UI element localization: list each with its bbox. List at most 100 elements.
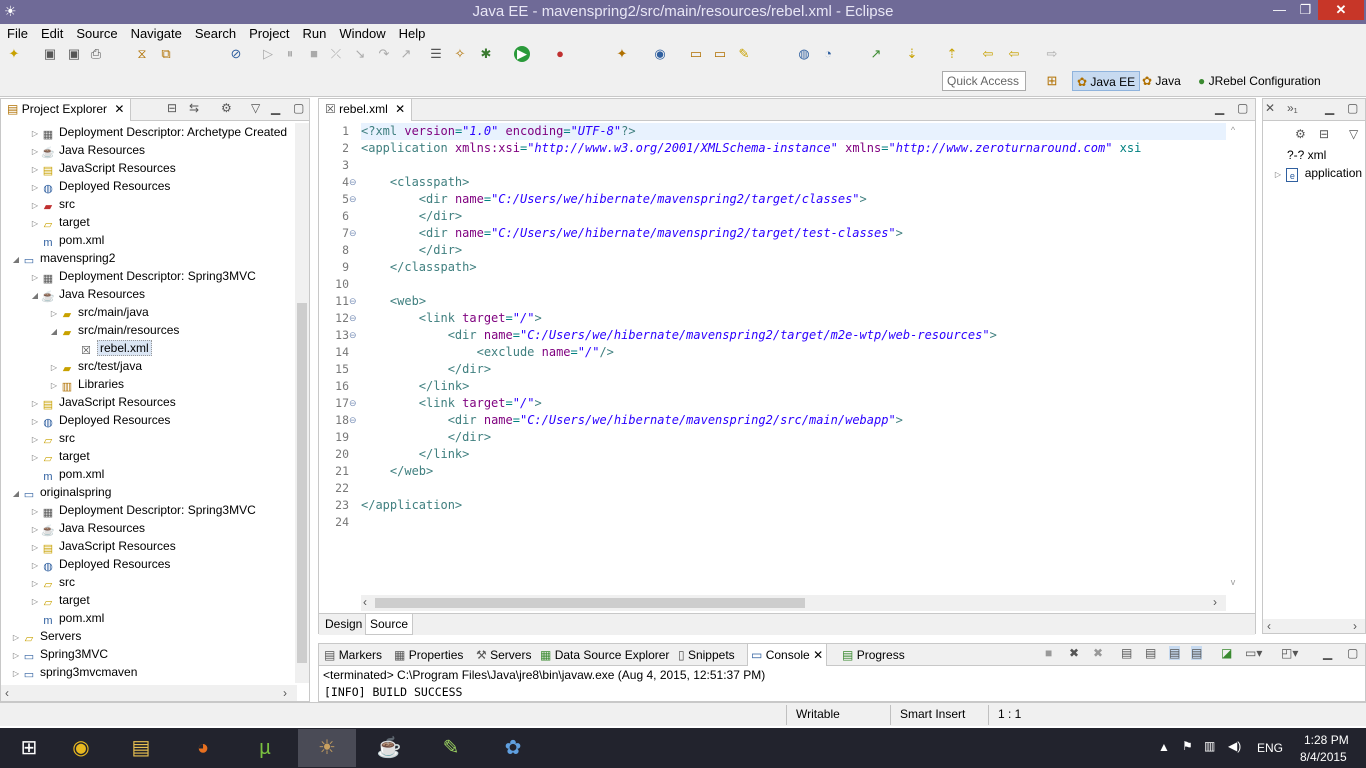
save-icon[interactable]: ▣ [42,46,58,62]
suspend-icon[interactable]: ⏸ [282,46,298,62]
explorer-scroll-thumb[interactable] [297,303,307,663]
clock-date[interactable]: 8/4/2015 [1300,750,1347,764]
menu-navigate[interactable]: Navigate [124,24,188,41]
view-menu-icon[interactable]: ▽ [1349,127,1358,141]
close-tab-icon[interactable]: ✕ [813,648,823,662]
editor-horizontal-scrollbar[interactable]: ‹ › [361,595,1226,611]
link-editor-icon[interactable]: ⇆ [189,101,199,115]
scroll-up-icon[interactable]: ^ [1226,125,1240,135]
code-line[interactable]: </web> [361,463,433,480]
open-task-icon[interactable]: ▭ [712,46,728,62]
tree-item[interactable]: ▷ ▱ src [30,573,75,591]
clear-console-icon[interactable]: ▤ [1121,646,1132,660]
step-over-icon[interactable]: ↷ [376,46,392,62]
scroll-down-icon[interactable]: v [1226,577,1240,587]
open-folder-icon[interactable]: ▭ [688,46,704,62]
minimize-view-icon[interactable]: ▁ [1323,646,1332,660]
menu-edit[interactable]: Edit [34,24,69,41]
scroll-lock-icon[interactable]: ▤ [1145,646,1156,660]
show-stdout-icon[interactable]: ▤ [1169,646,1181,660]
expand-arrow-icon[interactable]: ▷ [1273,166,1283,184]
step-return-icon[interactable]: ↗ [398,46,414,62]
close-tab-icon[interactable]: ✕ [395,102,405,116]
tab-data-source-explorer[interactable]: ▦ Data Source Explorer [537,644,672,666]
disconnect-icon[interactable]: ⤫ [328,46,344,62]
menu-help[interactable]: Help [392,24,432,41]
next-annotation-icon[interactable]: ↗ [868,46,884,62]
tab-properties[interactable]: ▦ Properties [391,644,466,666]
tree-item[interactable]: ▷ ▱ target [30,213,90,231]
tree-item[interactable]: ▷ ◍ Deployed Resources [30,555,170,573]
scroll-left-icon[interactable]: ‹ [1267,619,1271,633]
terminate-icon[interactable]: ■ [1045,646,1052,660]
minimize-view-icon[interactable]: ▁ [1325,101,1334,115]
fold-toggle-icon[interactable]: ⊖ [349,174,359,191]
remove-all-icon[interactable]: ✖ [1093,646,1103,660]
scroll-right-icon[interactable]: › [1213,595,1217,609]
open-perspective-icon[interactable]: ⊞ [1044,73,1060,89]
view-menu-icon[interactable]: ▽ [251,101,260,115]
tree-item[interactable]: ▷ ▱ target [30,591,90,609]
code-line[interactable]: <exclude name="/"/> [361,344,614,361]
code-line[interactable]: </dir> [361,242,462,259]
code-line[interactable]: <dir name="C:/Users/we/hibernate/mavensp… [361,412,903,429]
back-icon[interactable]: ⇦ [980,46,996,62]
explorer-vertical-scrollbar[interactable] [295,123,309,683]
print-icon[interactable]: ⎙ [88,46,104,62]
tree-item[interactable]: ▷ ▰ src/test/java [49,357,142,375]
resume-icon[interactable]: ▷ [260,46,276,62]
close-tab-icon[interactable]: ✕ [114,102,124,116]
menu-file[interactable]: File [0,24,34,41]
collapse-arrow-icon[interactable]: ◢ [11,485,21,503]
file-explorer-icon[interactable]: ▤ [112,729,170,767]
coverage-icon[interactable]: ☰ [428,46,444,62]
maximize-view-icon[interactable]: ▢ [1347,101,1358,115]
filter-icon[interactable]: ⚙ [221,101,232,115]
tree-item[interactable]: ▷ ☕ Java Resources [30,141,145,159]
close-button[interactable]: ✕ [1318,0,1364,20]
fold-toggle-icon[interactable]: ⊖ [349,412,359,429]
maximize-view-icon[interactable]: ▢ [1237,101,1248,115]
show-stderr-icon[interactable]: ▤ [1191,646,1203,660]
windows-start-icon[interactable]: ⊞ [0,729,58,767]
remove-launch-icon[interactable]: ✖ [1069,646,1079,660]
code-line[interactable]: <link target="/"> [361,395,542,412]
close-tab-icon[interactable]: ✕ [1265,101,1275,115]
minimize-button[interactable]: — [1266,0,1293,20]
open-console-icon[interactable]: ◰▾ [1281,646,1298,660]
pin-console-icon[interactable]: ◪ [1221,646,1232,660]
maximize-view-icon[interactable]: ▢ [1347,646,1358,660]
collapse-all-icon[interactable]: ⊟ [167,101,177,115]
volume-icon[interactable]: ◀) [1228,739,1241,753]
tree-item[interactable]: ▷ ▭ spring3mvcmaven [11,663,137,681]
minimize-view-icon[interactable]: ▁ [271,101,280,115]
tree-item[interactable]: ▷ ▱ src [30,429,75,447]
tree-item[interactable]: ▷ ▦ Deployment Descriptor: Spring3MVC [30,267,256,285]
tab-design[interactable]: Design [321,614,366,635]
code-line[interactable]: </link> [361,446,470,463]
tab-snippets[interactable]: ▯ Snippets [675,644,738,666]
tree-item[interactable]: ▷ ▤ JavaScript Resources [30,393,176,411]
code-line[interactable]: <dir name="C:/Users/we/hibernate/mavensp… [361,225,903,242]
code-line[interactable]: <dir name="C:/Users/we/hibernate/mavensp… [361,327,997,344]
more-views-icon[interactable]: »₁ [1287,101,1298,115]
minimize-view-icon[interactable]: ▁ [1215,101,1224,115]
console-output[interactable]: [INFO] BUILD SUCCESS [324,685,462,699]
clock-time[interactable]: 1:28 PM [1304,733,1349,747]
step-into-icon[interactable]: ↘ [352,46,368,62]
code-line[interactable]: <web> [361,293,426,310]
outline-horizontal-scrollbar[interactable]: ‹ › [1263,619,1365,633]
forward-icon[interactable]: ⇨ [1044,46,1060,62]
tree-item[interactable]: ◢ ▭ mavenspring2 [11,249,115,267]
tree-item[interactable]: ▷ ☕ Java Resources [30,519,145,537]
flag-icon[interactable]: ⚑ [1182,739,1193,753]
notepadpp-icon[interactable]: ✎ [422,729,480,767]
collapse-arrow-icon[interactable]: ◢ [11,251,21,269]
outline-item-application[interactable]: ▷ e application [1273,164,1362,182]
tree-item[interactable]: ▷ ▥ Libraries [49,375,124,393]
collapse-arrow-icon[interactable]: ◢ [49,323,59,341]
code-line[interactable]: </dir> [361,208,462,225]
debug-icon[interactable]: ✱ [478,46,494,62]
java-icon[interactable]: ☕ [360,729,418,767]
tree-item[interactable]: ▷ ▤ JavaScript Resources [30,159,176,177]
